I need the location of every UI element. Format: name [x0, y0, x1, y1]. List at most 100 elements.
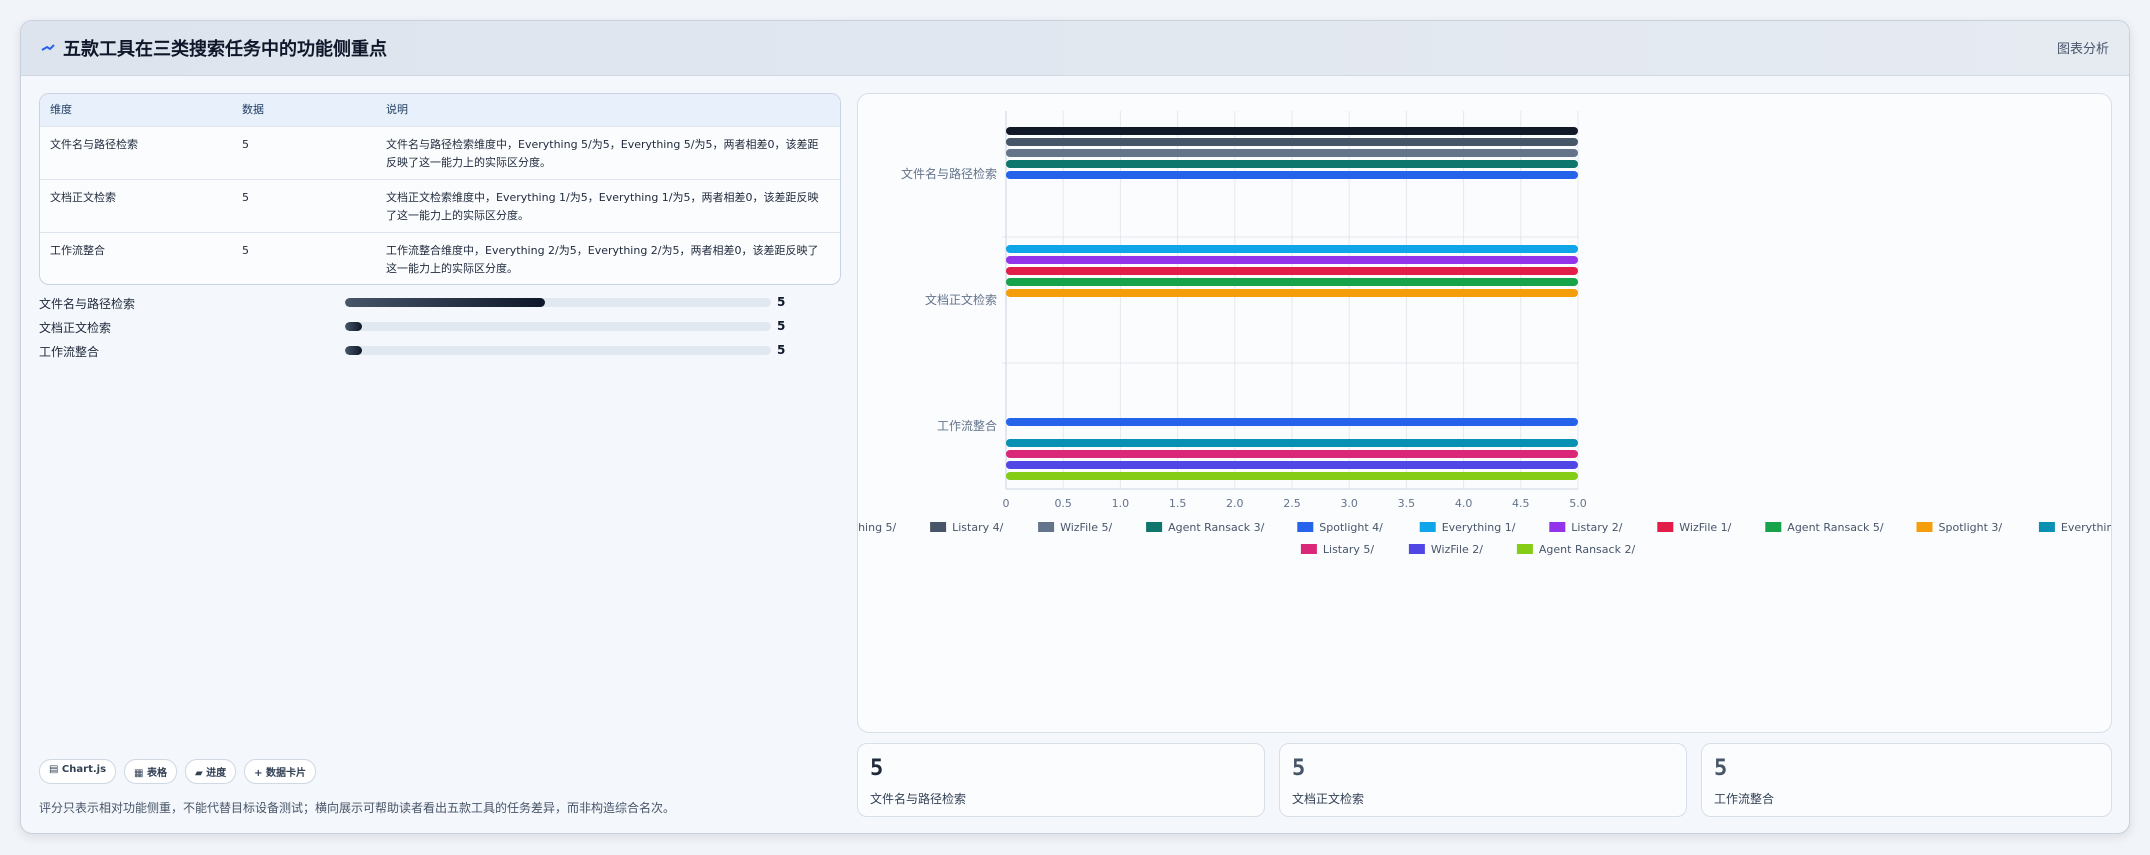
progress-fill	[345, 322, 363, 331]
y-category-label: 文档正文检索	[925, 292, 997, 307]
x-tick-label: 3.0	[1340, 497, 1358, 510]
legend-swatch	[1038, 522, 1055, 532]
bar	[1006, 418, 1578, 426]
stat-card: 5 工作流整合	[1701, 743, 2112, 817]
x-tick-label: 4.0	[1455, 497, 1473, 510]
progress-track	[345, 298, 771, 307]
table-cell-description: 文档正文检索维度中，Everything 1/为5，Everything 1/为…	[386, 191, 819, 222]
bar	[1006, 450, 1578, 458]
table-row: 文档正文检索 5 文档正文检索维度中，Everything 1/为5，Every…	[40, 179, 840, 232]
legend-label: Agent Ransack 3/	[1168, 521, 1265, 534]
x-tick-label: 3.5	[1398, 497, 1416, 510]
bar	[1006, 171, 1578, 179]
x-tick-label: 2.5	[1283, 497, 1301, 510]
progress-value: 5	[777, 295, 786, 309]
table-cell-value: 5	[242, 244, 249, 257]
progress-label: 文档正文检索	[39, 321, 112, 335]
chip-chartjs[interactable]: ▤ Chart.js	[39, 759, 117, 784]
stat-label: 文档正文检索	[1292, 792, 1365, 806]
legend-label: Listary 4/	[952, 521, 1003, 534]
x-tick-label: 0	[1003, 497, 1010, 510]
legend-label: Listary 5/	[1323, 543, 1374, 556]
legend-swatch	[1408, 544, 1425, 554]
legend-label: Agent Ransack 2/	[1539, 543, 1636, 556]
bar	[1006, 160, 1578, 168]
x-tick-label: 2.0	[1226, 497, 1244, 510]
x-tick-label: 0.5	[1054, 497, 1072, 510]
legend-label: Everything 5/	[858, 521, 897, 534]
chip-progress[interactable]: ▰ 进度	[184, 759, 237, 784]
chip-data-card[interactable]: + 数据卡片	[244, 759, 317, 784]
table-cell-value: 5	[242, 138, 249, 151]
bar	[1006, 278, 1578, 286]
legend-swatch	[1297, 522, 1314, 532]
table-row: 工作流整合 5 工作流整合维度中，Everything 2/为5，Everyth…	[40, 232, 840, 284]
legend-label: WizFile 1/	[1679, 521, 1731, 534]
progress-fill	[345, 346, 363, 355]
progress-label: 文件名与路径检索	[39, 297, 136, 311]
legend-label: WizFile 2/	[1431, 543, 1483, 556]
legend-label: WizFile 5/	[1060, 521, 1112, 534]
bar	[1006, 439, 1578, 447]
progress-fill	[345, 298, 546, 307]
bar	[1006, 289, 1578, 297]
y-category-label: 文件名与路径检索	[901, 166, 997, 181]
table-cell-dimension: 文档正文检索	[50, 191, 116, 204]
dashboard-card: 五款工具在三类搜索任务中的功能侧重点 图表分析 维度 数据 说明 文件名与路径检…	[20, 20, 2130, 834]
chip-table[interactable]: ▦ 表格	[124, 759, 177, 784]
table-cell-description: 工作流整合维度中，Everything 2/为5，Everything 2/为5…	[386, 244, 819, 275]
table-row: 文件名与路径检索 5 文件名与路径检索维度中，Everything 5/为5，E…	[40, 126, 840, 179]
legend-swatch	[1300, 544, 1317, 554]
feature-chips: ▤ Chart.js ▦ 表格 ▰ 进度 + 数据卡片	[39, 759, 317, 784]
bar	[1006, 472, 1578, 480]
chart-analysis-link[interactable]: 图表分析	[2057, 38, 2109, 57]
legend-swatch	[1549, 522, 1566, 532]
column-header: 数据	[242, 103, 264, 116]
stat-label: 文件名与路径检索	[870, 792, 967, 806]
legend-label: Spotlight 3/	[1939, 521, 2003, 534]
bar-chart: 0 0.5 1.0 1.5 2.0 2.5 3.0 3.5 4.0 4.5 5.0 文件名与路径检索文…	[858, 111, 2111, 556]
legend-swatch	[1916, 522, 1933, 532]
column-header: 说明	[386, 103, 408, 116]
footnote: 评分只表示相对功能侧重，不能代替目标设备测试；横向展示可帮助读者看出五款工具的任…	[39, 801, 676, 815]
stat-number: 5	[1714, 756, 1728, 781]
progress-track	[345, 322, 771, 331]
legend-swatch	[930, 522, 947, 532]
card-header: 五款工具在三类搜索任务中的功能侧重点 图表分析	[21, 21, 2129, 76]
data-table: 维度 数据 说明 文件名与路径检索 5 文件名与路径检索维度中，Everythi…	[39, 93, 841, 285]
bar	[1006, 267, 1578, 275]
x-tick-label: 1.5	[1169, 497, 1187, 510]
legend-swatch	[1516, 544, 1533, 554]
legend-swatch	[1765, 522, 1782, 532]
progress-row: 文件名与路径检索 5	[39, 293, 841, 311]
column-header: 维度	[50, 103, 72, 116]
stat-number: 5	[1292, 756, 1306, 781]
stat-card: 5 文档正文检索	[1279, 743, 1687, 817]
table-cell-dimension: 工作流整合	[50, 244, 105, 257]
legend-label: Listary 2/	[1571, 521, 1622, 534]
progress-value: 5	[777, 343, 786, 357]
chart-line-icon	[41, 44, 55, 51]
legend-swatch	[1657, 522, 1674, 532]
legend-swatch	[1419, 522, 1436, 532]
legend-label: Everything 2/	[2061, 521, 2111, 534]
y-category-label: 工作流整合	[937, 418, 997, 433]
chart-card: 0 0.5 1.0 1.5 2.0 2.5 3.0 3.5 4.0 4.5 5.0 文件名与路径检索文…	[857, 93, 2112, 733]
legend-label: Agent Ransack 5/	[1787, 521, 1884, 534]
x-tick-label: 5.0	[1569, 497, 1587, 510]
stat-card: 5 文件名与路径检索	[857, 743, 1265, 817]
bar	[1006, 127, 1578, 135]
table-header-row: 维度 数据 说明	[40, 94, 840, 126]
bar	[1006, 256, 1578, 264]
stat-number: 5	[870, 756, 884, 781]
stat-label: 工作流整合	[1714, 792, 1775, 806]
progress-label: 工作流整合	[39, 345, 100, 359]
bar	[1006, 138, 1578, 146]
table-cell-dimension: 文件名与路径检索	[50, 138, 138, 151]
progress-row: 工作流整合 5	[39, 341, 841, 359]
progress-row: 文档正文检索 5	[39, 317, 841, 335]
bar	[1006, 461, 1578, 469]
table-cell-value: 5	[242, 191, 249, 204]
legend-label: Everything 1/	[1442, 521, 1516, 534]
progress-value: 5	[777, 319, 786, 333]
